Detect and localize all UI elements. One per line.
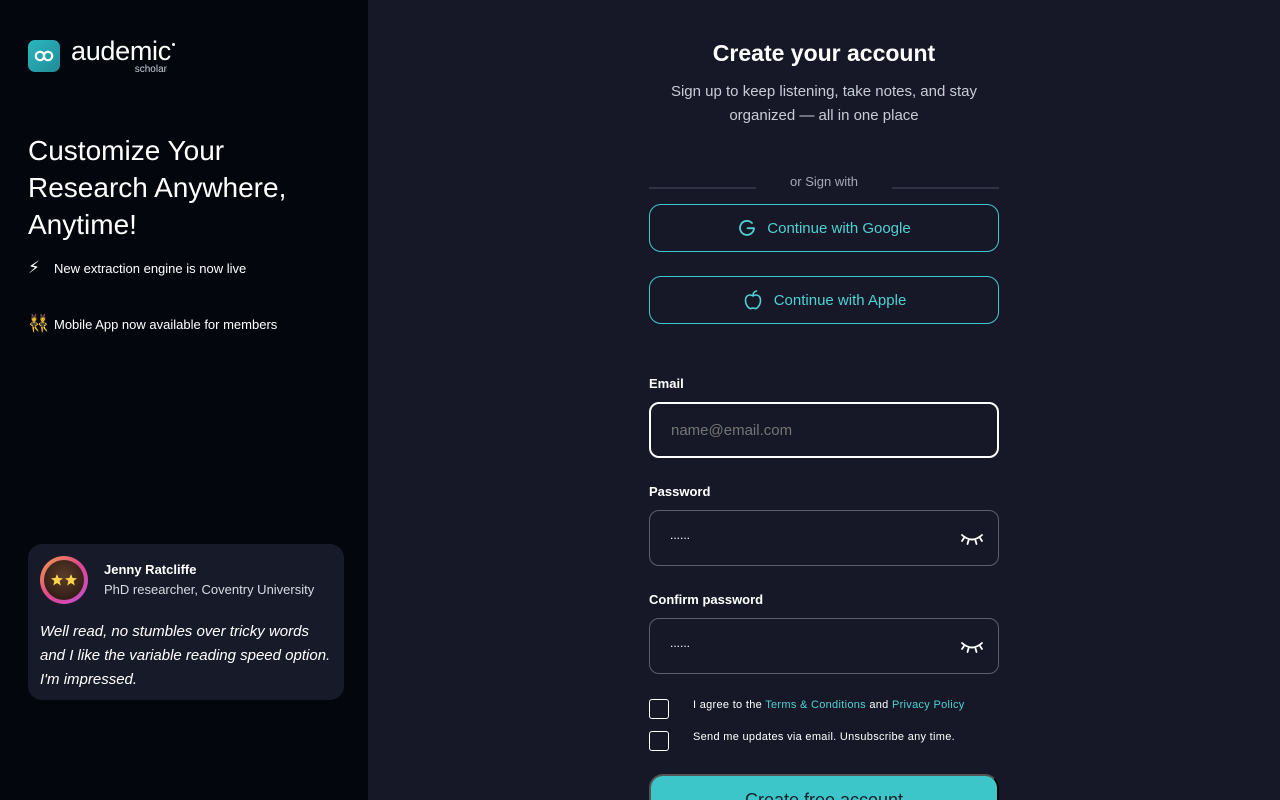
news-text: Mobile App now available for members (54, 316, 278, 332)
logo-text: audemic scholar (71, 36, 175, 75)
terms-and: and (865, 699, 892, 711)
testimonial-quote: Well read, no stumbles over tricky words… (40, 623, 331, 688)
google-button-label: Continue with Google (767, 219, 911, 237)
apple-icon (744, 290, 762, 310)
confirm-password-value: ...... (670, 636, 691, 650)
left-panel: audemic scholar Customize Your Research … (0, 0, 368, 800)
terms-link[interactable]: Terms & Conditions (765, 699, 866, 711)
password-label: Password (649, 484, 711, 499)
continue-with-apple-button[interactable]: Continue with Apple (649, 276, 999, 324)
eye-closed-icon[interactable] (960, 639, 984, 655)
confirm-password-field[interactable]: ...... (649, 618, 999, 674)
news-item: 👯 Mobile App now available for members (28, 314, 277, 334)
divider-line (892, 187, 999, 189)
page-subtitle: Sign up to keep listening, take notes, a… (670, 83, 978, 124)
terms-checkbox[interactable] (649, 699, 669, 719)
logo[interactable]: audemic scholar (28, 36, 175, 75)
email-field[interactable] (649, 402, 999, 458)
logo-dot (172, 43, 175, 46)
terms-text: I agree to the Terms & Conditions and Pr… (693, 699, 965, 711)
divider: or Sign with (649, 172, 999, 192)
email-label: Email (649, 376, 684, 391)
headline: Customize Your Research Anywhere, Anytim… (28, 135, 287, 240)
news-text: New extraction engine is now live (54, 260, 247, 276)
eye-closed-icon[interactable] (960, 531, 984, 547)
testimonial-name: Jenny Ratcliffe (104, 562, 197, 577)
page-title: Create your account (712, 40, 936, 66)
password-field[interactable]: ...... (649, 510, 999, 566)
confirm-password-label: Confirm password (649, 592, 764, 607)
avatar (40, 556, 88, 604)
continue-with-google-button[interactable]: Continue with Google (649, 204, 999, 252)
password-value: ...... (670, 528, 691, 542)
logo-wordmark: audemic (71, 36, 171, 66)
privacy-link[interactable]: Privacy Policy (892, 699, 965, 711)
lightning-icon: ⚡ (28, 258, 40, 277)
create-account-button[interactable]: Create free account (649, 774, 999, 800)
avatar-image (44, 560, 84, 600)
apple-button-label: Continue with Apple (773, 291, 907, 309)
news-item: ⚡ New extraction engine is now live (28, 258, 246, 278)
logo-subtitle: scholar (134, 64, 167, 75)
dancers-icon: 👯 (28, 314, 50, 333)
terms-prefix: I agree to the (693, 699, 766, 711)
logo-mark-icon (28, 40, 60, 72)
testimonial-card: Jenny Ratcliffe PhD researcher, Coventry… (28, 544, 344, 700)
testimonial-role: PhD researcher, Coventry University (104, 582, 315, 597)
updates-checkbox[interactable] (649, 731, 669, 751)
google-icon (739, 220, 756, 236)
updates-text: Send me updates via email. Unsubscribe a… (693, 731, 956, 743)
